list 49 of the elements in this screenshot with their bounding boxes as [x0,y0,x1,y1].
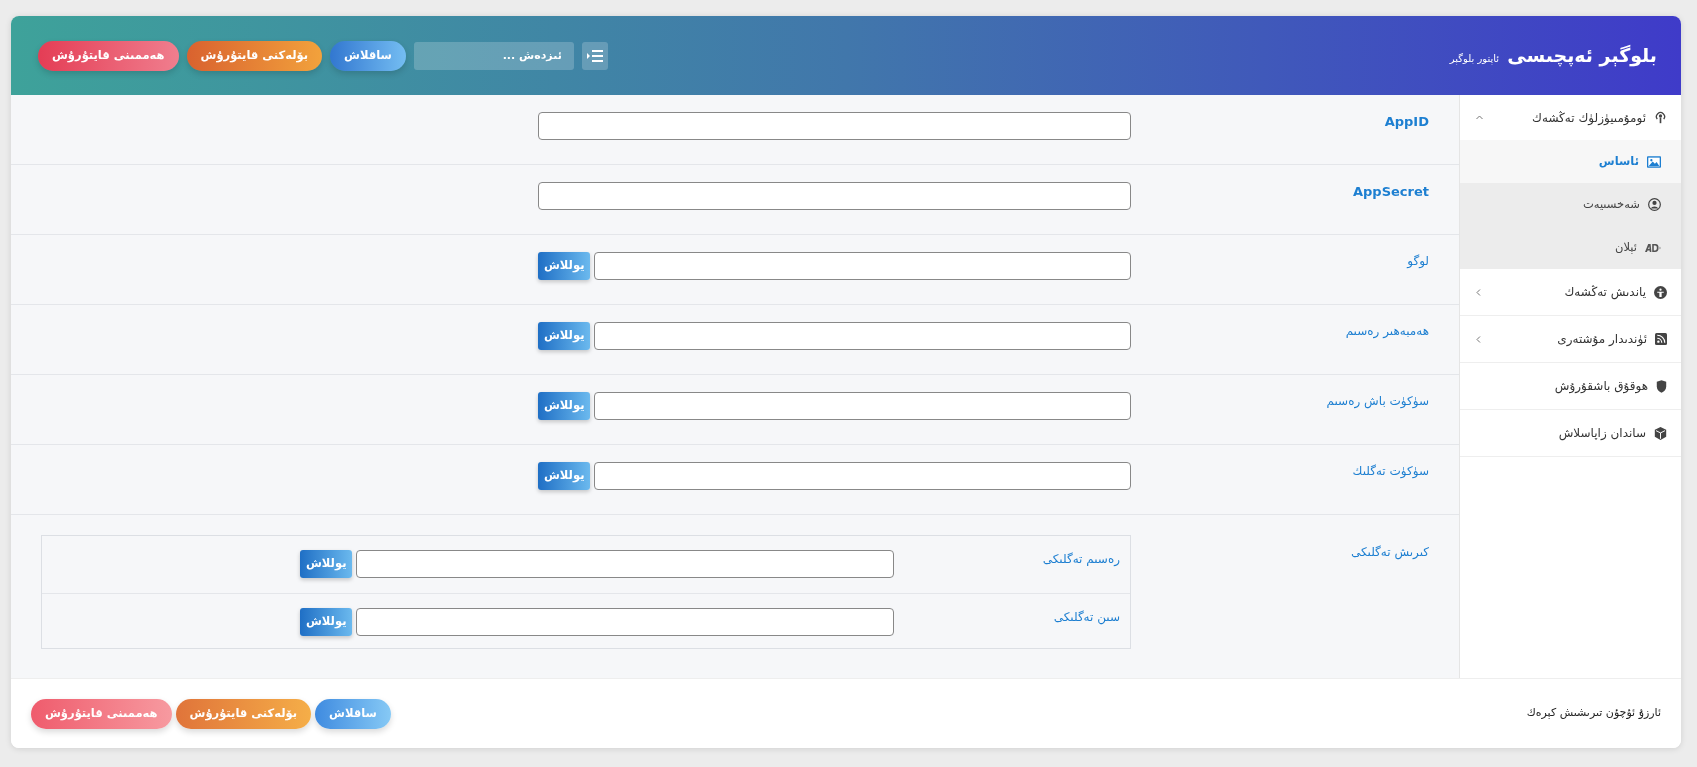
app-subtitle: ئاپتور بلوگېر [1449,52,1500,67]
ad-icon [1645,243,1661,252]
sidebar-subitem[interactable]: ئېلان [1460,226,1681,269]
field-label: لوگو [1405,253,1430,270]
sidebar-item[interactable]: ياندىش تەڭشەك [1460,269,1681,316]
field-label: ھەمبەھىر رەسىم [1344,323,1430,341]
upload-button[interactable]: يوللاش [538,462,591,490]
upload-button[interactable]: يوللاش [538,392,591,420]
input-field[interactable] [538,182,1131,210]
input-field[interactable] [594,322,1131,350]
save-button[interactable]: ساقلاش [315,698,391,729]
reset-section-button[interactable]: بۆلەكنى قايتۇرۇش [175,698,312,729]
upload-button[interactable]: يوللاش [300,550,353,578]
input-field[interactable] [594,462,1131,490]
input-field[interactable] [594,392,1131,420]
field-label: سىن تەگلىكى [1052,609,1121,627]
field-label: AppID [1383,113,1430,131]
field-label: سۈكۈت تەگلىك [1351,463,1430,480]
menu-icon[interactable] [581,41,608,70]
reset-all-button[interactable]: ھەممىنى قايتۇرۇش [38,40,179,71]
user-circle-icon [1648,198,1661,211]
field-label: رەسىم تەگلىكى [1041,551,1121,568]
sidebar-item[interactable]: ھوقۇق باشقۇرۇش [1460,363,1681,410]
field-label: كىرىش تەگلىكى [1349,544,1430,562]
sidebar-subitem[interactable]: ئاساس [1460,140,1681,183]
reset-all-button[interactable]: ھەممىنى قايتۇرۇش [31,698,172,729]
sidebar-item[interactable]: ساندان زاپاسلاش [1460,410,1681,457]
upload-button[interactable]: يوللاش [538,252,591,280]
sidebar-item[interactable]: ئۈندىدار مۇشتەرى [1460,316,1681,363]
broadcast-icon [1654,111,1667,124]
accessibility-icon [1654,285,1667,299]
sidebar-item[interactable]: ئومۇمىيۈزلۈك تەڭشەك [1460,95,1681,140]
rss-icon [1655,333,1667,345]
shield-icon [1656,379,1667,393]
input-field[interactable] [356,608,894,636]
input-field[interactable] [356,550,894,578]
cube-icon [1654,426,1667,440]
upload-button[interactable]: يوللاش [538,322,591,350]
image-icon [1647,155,1661,168]
input-field[interactable] [538,112,1131,140]
sidebar-subitem[interactable]: شەخسىيەت [1460,183,1681,226]
save-button[interactable]: ساقلاش [330,40,406,71]
field-label: سۈكۈت باش رەسىم [1325,393,1430,411]
footer-text: ئارزۇ ئۇچۇن تىرىشىش كېرەك [1526,705,1661,722]
field-label: AppSecret [1352,183,1430,201]
reset-section-button[interactable]: بۆلەكنى قايتۇرۇش [186,40,323,71]
input-field[interactable] [594,252,1131,280]
app-title: بلوگېر ئەپچىسى [1507,43,1657,69]
upload-button[interactable]: يوللاش [300,608,353,636]
